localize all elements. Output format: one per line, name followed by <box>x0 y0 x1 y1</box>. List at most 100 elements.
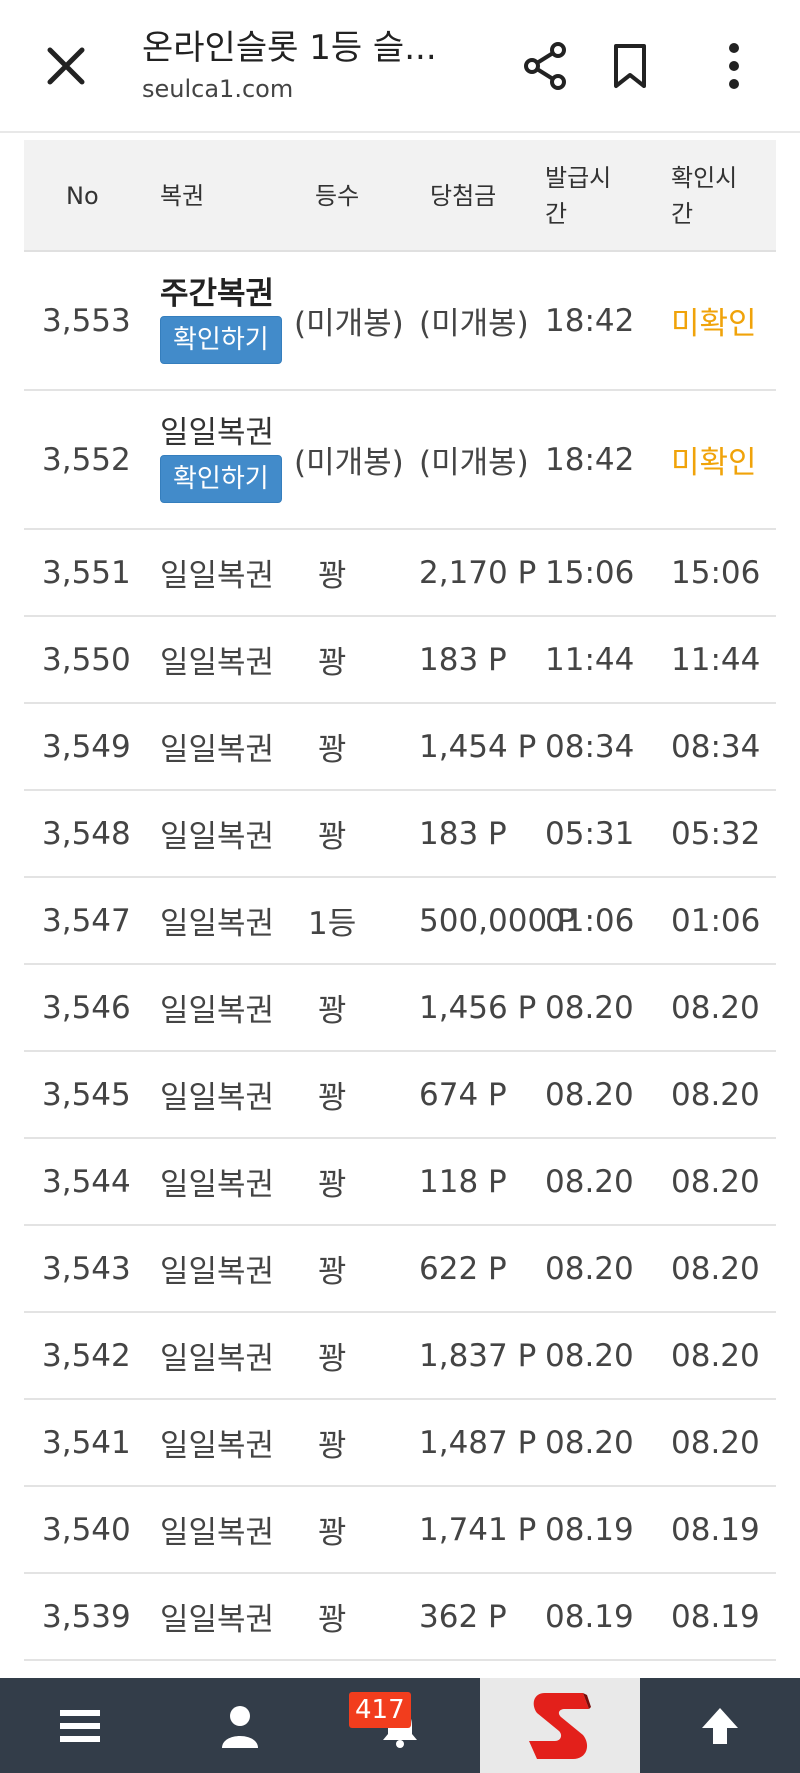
row-type: 일일복권 확인하기 <box>160 413 282 503</box>
menu-icon[interactable] <box>0 1678 160 1773</box>
row-grade: 꽝 <box>318 645 347 681</box>
row-checked-status: 미확인 <box>671 306 757 342</box>
row-type: 일일복권 <box>160 645 275 681</box>
row-prize: 622 P <box>419 1250 507 1287</box>
header-issued: 발급시 간 <box>545 140 611 252</box>
row-issued: 08.20 <box>545 1076 634 1113</box>
row-no: 3,542 <box>42 1337 131 1374</box>
row-issued: 08.20 <box>545 1163 634 1200</box>
notification-count-badge: 417 <box>349 1692 411 1728</box>
row-checked-status: 미확인 <box>671 445 757 481</box>
table-header: No 복권 등수 당첨금 발급시 간 확인시 간 <box>24 140 776 252</box>
row-prize: 362 P <box>419 1598 507 1635</box>
row-grade: 꽝 <box>318 732 347 768</box>
row-checked: 08.19 <box>671 1598 760 1635</box>
row-no: 3,548 <box>42 815 131 852</box>
row-no: 3,550 <box>42 641 131 678</box>
bottom-navigation: 417 <box>0 1678 800 1773</box>
row-grade: 꽝 <box>318 993 347 1029</box>
browser-toolbar: 온라인슬롯 1등 슬... seulca1.com <box>0 0 800 133</box>
header-issued-line1: 발급시 <box>545 164 612 192</box>
row-grade: 꽝 <box>318 1080 347 1116</box>
row-prize: 674 P <box>419 1076 507 1113</box>
header-grade: 등수 <box>315 182 360 210</box>
row-no: 3,549 <box>42 728 131 765</box>
confirm-button[interactable]: 확인하기 <box>160 316 282 364</box>
row-issued: 18:42 <box>545 302 635 339</box>
row-prize: 1,837 P <box>419 1337 537 1374</box>
row-prize: 183 P <box>419 641 507 678</box>
table-row: 3,552 일일복권 확인하기 (미개봉) (미개봉) 18:42 미확인 <box>24 391 776 530</box>
row-prize: 118 P <box>419 1163 507 1200</box>
row-checked: 11:44 <box>671 641 761 678</box>
row-no: 3,546 <box>42 989 131 1026</box>
row-type: 일일복권 <box>160 732 275 768</box>
table-row: 3,543 일일복권 꽝 622 P 08.20 08.20 <box>24 1226 776 1313</box>
row-no: 3,544 <box>42 1163 131 1200</box>
header-checked-line1: 확인시 <box>671 164 738 192</box>
row-issued: 08.20 <box>545 1424 634 1461</box>
page-url: seulca1.com <box>142 75 294 103</box>
share-icon[interactable] <box>520 40 572 92</box>
table-row: 3,542 일일복권 꽝 1,837 P 08.20 08.20 <box>24 1313 776 1400</box>
row-type: 일일복권 <box>160 1254 275 1290</box>
row-no: 3,543 <box>42 1250 131 1287</box>
row-grade: 꽝 <box>318 1167 347 1203</box>
row-issued: 08.20 <box>545 1250 634 1287</box>
arrow-up-icon[interactable] <box>640 1678 800 1773</box>
row-grade: 꽝 <box>318 1254 347 1290</box>
row-type-label: 일일복권 <box>160 415 275 451</box>
page-title: 온라인슬롯 1등 슬... <box>142 28 437 68</box>
row-grade: (미개봉) <box>294 306 404 342</box>
row-prize: 1,454 P <box>419 728 537 765</box>
row-issued: 08.20 <box>545 989 634 1026</box>
row-grade: 꽝 <box>318 558 347 594</box>
header-checked-line2: 간 <box>671 200 694 228</box>
lottery-history-table: No 복권 등수 당첨금 발급시 간 확인시 간 3,553 주간복권 확인하기… <box>24 140 776 1661</box>
table-row: 3,553 주간복권 확인하기 (미개봉) (미개봉) 18:42 미확인 <box>24 252 776 391</box>
header-no: No <box>66 182 99 210</box>
row-checked: 15:06 <box>671 554 761 591</box>
row-type: 일일복권 <box>160 819 275 855</box>
row-type: 일일복권 <box>160 993 275 1029</box>
row-issued: 05:31 <box>545 815 635 852</box>
row-checked: 08.20 <box>671 1424 760 1461</box>
close-icon[interactable] <box>40 40 92 92</box>
row-checked: 08.20 <box>671 989 760 1026</box>
row-no: 3,539 <box>42 1598 131 1635</box>
table-row: 3,541 일일복권 꽝 1,487 P 08.20 08.20 <box>24 1400 776 1487</box>
more-options-icon[interactable] <box>708 40 760 92</box>
table-row: 3,548 일일복권 꽝 183 P 05:31 05:32 <box>24 791 776 878</box>
row-checked: 08.20 <box>671 1076 760 1113</box>
row-no: 3,547 <box>42 902 131 939</box>
row-issued: 15:06 <box>545 554 635 591</box>
row-no: 3,553 <box>42 302 131 339</box>
title-block: 온라인슬롯 1등 슬... seulca1.com <box>142 26 472 104</box>
row-no: 3,541 <box>42 1424 131 1461</box>
site-logo[interactable] <box>480 1678 640 1773</box>
row-checked: 08:34 <box>671 728 761 765</box>
row-grade: 1등 <box>308 906 357 942</box>
row-type: 일일복권 <box>160 1167 275 1203</box>
row-checked: 08.20 <box>671 1163 760 1200</box>
header-issued-line2: 간 <box>545 200 568 228</box>
row-type-label: 주간복권 <box>160 276 275 312</box>
row-prize: 1,456 P <box>419 989 537 1026</box>
row-grade: 꽝 <box>318 1341 347 1377</box>
table-row: 3,540 일일복권 꽝 1,741 P 08.19 08.19 <box>24 1487 776 1574</box>
row-type: 일일복권 <box>160 1515 275 1551</box>
header-checked: 확인시 간 <box>671 140 737 252</box>
row-prize: (미개봉) <box>419 306 529 342</box>
row-no: 3,552 <box>42 441 131 478</box>
bookmark-icon[interactable] <box>604 40 656 92</box>
row-no: 3,545 <box>42 1076 131 1113</box>
row-grade: 꽝 <box>318 819 347 855</box>
row-type: 일일복권 <box>160 906 275 942</box>
user-icon[interactable] <box>160 1678 320 1773</box>
row-type: 주간복권 확인하기 <box>160 274 282 364</box>
row-checked: 01:06 <box>671 902 761 939</box>
confirm-button[interactable]: 확인하기 <box>160 455 282 503</box>
row-grade: (미개봉) <box>294 445 404 481</box>
table-row: 3,549 일일복권 꽝 1,454 P 08:34 08:34 <box>24 704 776 791</box>
row-checked: 08.20 <box>671 1337 760 1374</box>
